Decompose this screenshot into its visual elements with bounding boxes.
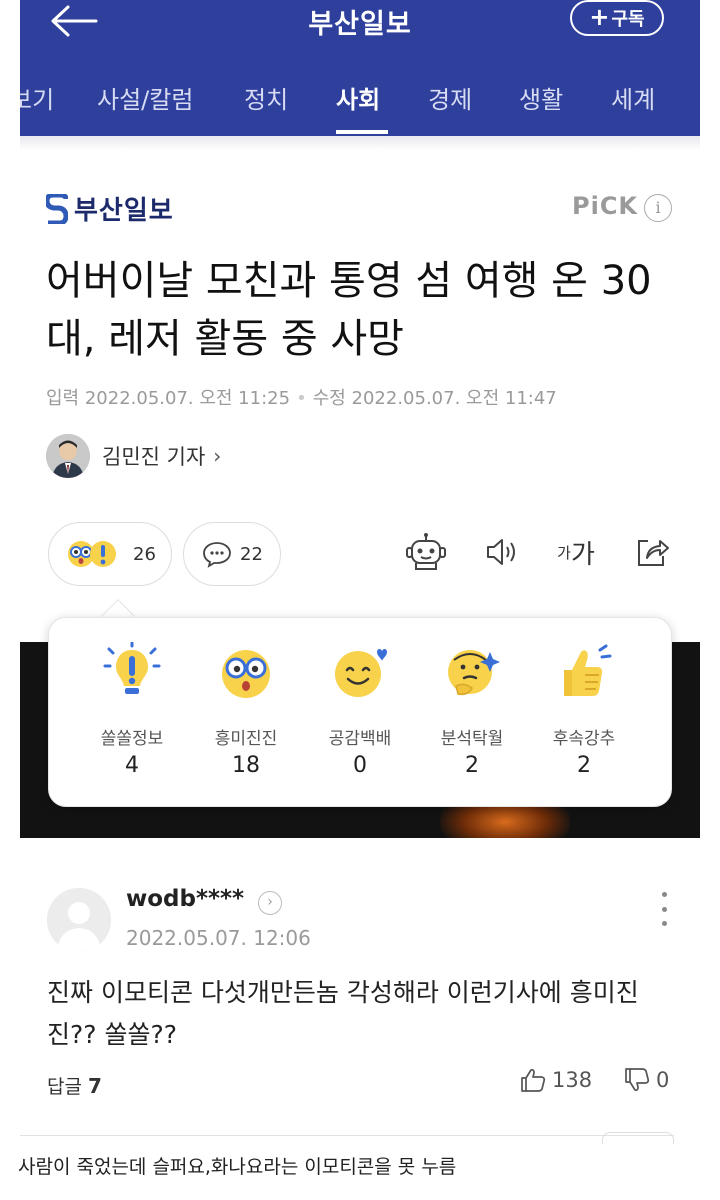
reaction-label: 후속강추: [552, 729, 616, 749]
dislike-button[interactable]: 0: [624, 1068, 669, 1092]
glasses-emoji-icon: [222, 650, 270, 698]
comment-time: 2022.05.07. 12:06: [126, 926, 311, 950]
reporter-name: 김민진 기자: [102, 445, 206, 469]
header-shadow: [20, 136, 700, 150]
reaction-option-interesting[interactable]: 흥미진진 18: [191, 642, 301, 778]
caption-text: 사람이 죽었는데 슬퍼요,화나요라는 이모티콘을 못 누름: [18, 1156, 457, 1178]
comment-count: 22: [240, 543, 263, 565]
reaction-number: 2: [465, 753, 479, 778]
article-dates: 입력 2022.05.07. 오전 11:25 • 수정 2022.05.07. 오…: [46, 388, 557, 409]
reaction-number: 2: [577, 753, 591, 778]
reporter-avatar: [46, 434, 90, 478]
reaction-option-followup[interactable]: 후속강추 2: [529, 642, 639, 778]
thumbs-down-icon: [625, 1068, 650, 1092]
replies-label: 답글: [47, 1076, 82, 1098]
section-tabs: 보기 사설/칼럼 정치 사회 경제 생활 세계: [20, 64, 700, 134]
heart-smile-emoji-icon: [335, 649, 387, 697]
reaction-label: 공감백배: [328, 729, 392, 749]
busan-ilbo-logo-icon: [46, 193, 68, 224]
font-size-small-glyph: 가: [557, 543, 571, 562]
like-count: 138: [552, 1068, 593, 1092]
dislike-count: 0: [656, 1068, 670, 1092]
robot-summary-icon[interactable]: [404, 530, 448, 574]
reporter-link[interactable]: 김민진 기자 ›: [46, 434, 221, 478]
modified-date: 수정 2022.05.07. 오전 11:47: [312, 388, 557, 409]
thumbs-up-icon: [521, 1068, 546, 1092]
tab-life[interactable]: 생활: [519, 80, 563, 115]
tab-economy[interactable]: 경제: [428, 80, 472, 115]
tab-world[interactable]: 세계: [611, 80, 655, 115]
subscribe-button[interactable]: + 구독: [570, 0, 664, 36]
tab-view[interactable]: 보기: [20, 80, 54, 115]
plus-icon: +: [589, 3, 610, 31]
replies-button[interactable]: 답글 7: [47, 1072, 102, 1099]
lightbulb-emoji-icon: [103, 642, 161, 694]
thumbs-up-emoji-icon: [564, 644, 612, 696]
font-size-large-glyph: 가: [570, 539, 595, 570]
default-profile-icon: [47, 888, 111, 952]
reaction-popup: 쏠쏠정보 4 흥미진진 18 공감백배 0 분석탁월 2 후속강추 2: [48, 617, 672, 807]
reaction-count: 26: [133, 543, 156, 565]
reaction-label: 흥미진진: [214, 729, 278, 749]
chevron-right-icon[interactable]: ›: [258, 891, 282, 915]
reaction-option-info[interactable]: 쏠쏠정보 4: [77, 642, 187, 778]
reaction-button[interactable]: 26: [48, 522, 172, 586]
reaction-option-analysis[interactable]: 분석탁월 2: [417, 642, 527, 778]
reaction-number: 4: [125, 753, 139, 778]
published-date: 입력 2022.05.07. 오전 11:25: [46, 388, 291, 409]
commenter-username[interactable]: wodb****: [126, 886, 244, 912]
tab-politics[interactable]: 정치: [244, 80, 288, 115]
reaction-label: 쏠쏠정보: [100, 729, 164, 749]
share-icon[interactable]: [630, 530, 674, 574]
publisher-name: 부산일보: [74, 196, 174, 226]
reaction-label: 분석탁월: [440, 729, 504, 749]
comment-text: 진짜 이모티콘 다섯개만든놈 각성해라 이런기사에 흥미진진?? 쏠쏠??: [47, 978, 639, 1049]
next-comment-edge: [602, 1132, 674, 1144]
thinking-emoji-icon: [448, 650, 500, 696]
comment-divider: [20, 1135, 674, 1136]
comment-bubble-icon: [203, 542, 231, 568]
info-icon[interactable]: i: [644, 194, 672, 222]
article-headline: 어버이날 모친과 통영 섬 여행 온 30대, 레저 활동 중 사망: [46, 258, 652, 362]
font-size-button[interactable]: 가가: [554, 530, 598, 574]
chevron-right-icon: ›: [213, 444, 222, 468]
publisher-logo[interactable]: 부산일보: [46, 190, 174, 227]
tab-society[interactable]: 사회: [336, 80, 380, 115]
like-button[interactable]: 138: [520, 1068, 592, 1092]
tab-editorial[interactable]: 사설/칼럼: [97, 80, 193, 115]
reaction-number: 18: [232, 753, 260, 778]
replies-count: 7: [88, 1074, 102, 1098]
speaker-icon[interactable]: [480, 530, 524, 574]
pick-badge: PiCK: [572, 192, 639, 220]
reaction-number: 0: [353, 753, 367, 778]
comment-button[interactable]: 22: [183, 522, 281, 586]
active-tab-indicator: [336, 130, 388, 134]
subscribe-label: 구독: [611, 9, 645, 30]
top-navigation-bar: 부산일보 + 구독 보기 사설/칼럼 정치 사회 경제 생활 세계: [20, 0, 700, 136]
more-options-icon[interactable]: [656, 892, 672, 926]
reaction-option-empathy[interactable]: 공감백배 0: [305, 642, 415, 778]
commenter-avatar[interactable]: [47, 888, 111, 952]
reaction-emojis-icon: [68, 541, 116, 567]
